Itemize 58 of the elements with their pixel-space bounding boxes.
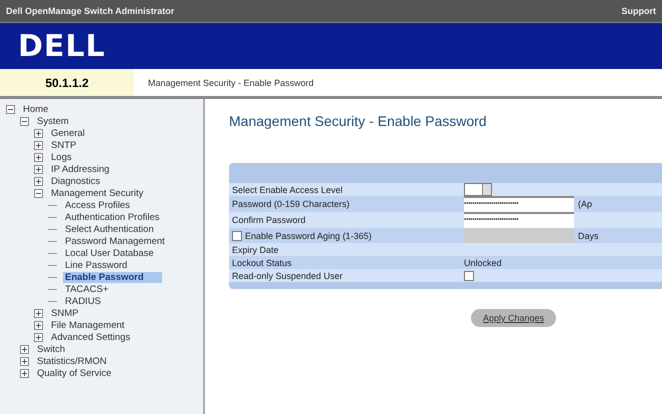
tree-item[interactable]: Switch [35,344,67,354]
tree-item[interactable]: General [49,128,87,138]
field-label: Enable Password Aging (1-365) [245,230,372,240]
tree-item[interactable]: Password Management [63,236,167,246]
tree-item[interactable]: Local User Database [63,248,156,258]
field-label: Select Enable Access Level [232,184,343,194]
tree-item[interactable]: SNTP [49,140,78,150]
page-title: Management Security - Enable Password [229,113,488,129]
tree-item[interactable]: Authentication Profiles [63,212,162,222]
tree-item[interactable]: File Management [49,320,126,330]
tree-item[interactable]: TACACS+ [63,284,110,294]
tree-item[interactable]: Enable Password [63,272,162,282]
apply-changes-button[interactable]: Apply Changes [471,309,556,327]
window-title: Dell OpenManage Switch Administrator [6,6,174,16]
expander-icon[interactable] [34,164,43,174]
field-note: Days [578,230,599,240]
tree-item[interactable]: Advanced Settings [49,332,132,342]
tree-item[interactable]: RADIUS [63,296,103,306]
tree-item[interactable]: Access Profiles [63,200,132,210]
expander-icon[interactable] [34,152,43,162]
field-label: Expiry Date [232,244,279,254]
field-note: (Ap [578,199,592,209]
expander-icon[interactable] [20,356,29,366]
expander-icon[interactable] [20,344,29,354]
expander-icon[interactable] [34,320,43,330]
breadcrumb: Management Security - Enable Password [147,76,314,90]
field-label: Read-only Suspended User [232,270,343,280]
logo: DELL [18,28,106,64]
expander-icon[interactable] [34,140,43,150]
tree-item[interactable]: Line Password [63,260,130,270]
expander-icon[interactable] [6,104,15,114]
expander-icon[interactable] [34,332,43,342]
tree-item[interactable]: Home [21,104,50,114]
tree-item[interactable]: Diagnostics [49,176,102,186]
expander-icon[interactable] [20,368,29,378]
checkbox[interactable] [232,230,242,240]
support-link[interactable]: Support [622,6,656,16]
field-label: Password (0-159 Characters) [232,199,350,209]
field-label: Lockout Status [232,258,292,268]
expander-icon[interactable] [20,116,29,126]
tree-item[interactable]: IP Addressing [49,164,112,174]
tree-item[interactable]: Statistics/RMON [35,356,109,366]
tree-item[interactable]: Quality of Service [35,368,114,378]
ip-address: 50.1.1.2 [0,69,134,96]
tree-item[interactable]: System [35,116,71,126]
tree-item[interactable]: SNMP [49,308,80,318]
field-value: Unlocked [464,258,502,268]
checkbox[interactable] [464,270,474,280]
aging-field[interactable] [464,228,574,243]
expander-icon[interactable] [34,188,43,198]
expander-icon[interactable] [34,308,43,318]
tree-item[interactable]: Management Security [49,188,146,198]
access-level-dropdown[interactable] [464,183,492,196]
expander-icon[interactable] [34,128,43,138]
tree-item[interactable]: Logs [49,152,74,162]
expander-icon[interactable] [34,176,43,186]
field-label: Confirm Password [232,215,306,225]
tree-item[interactable]: Select Authentication [63,224,156,234]
